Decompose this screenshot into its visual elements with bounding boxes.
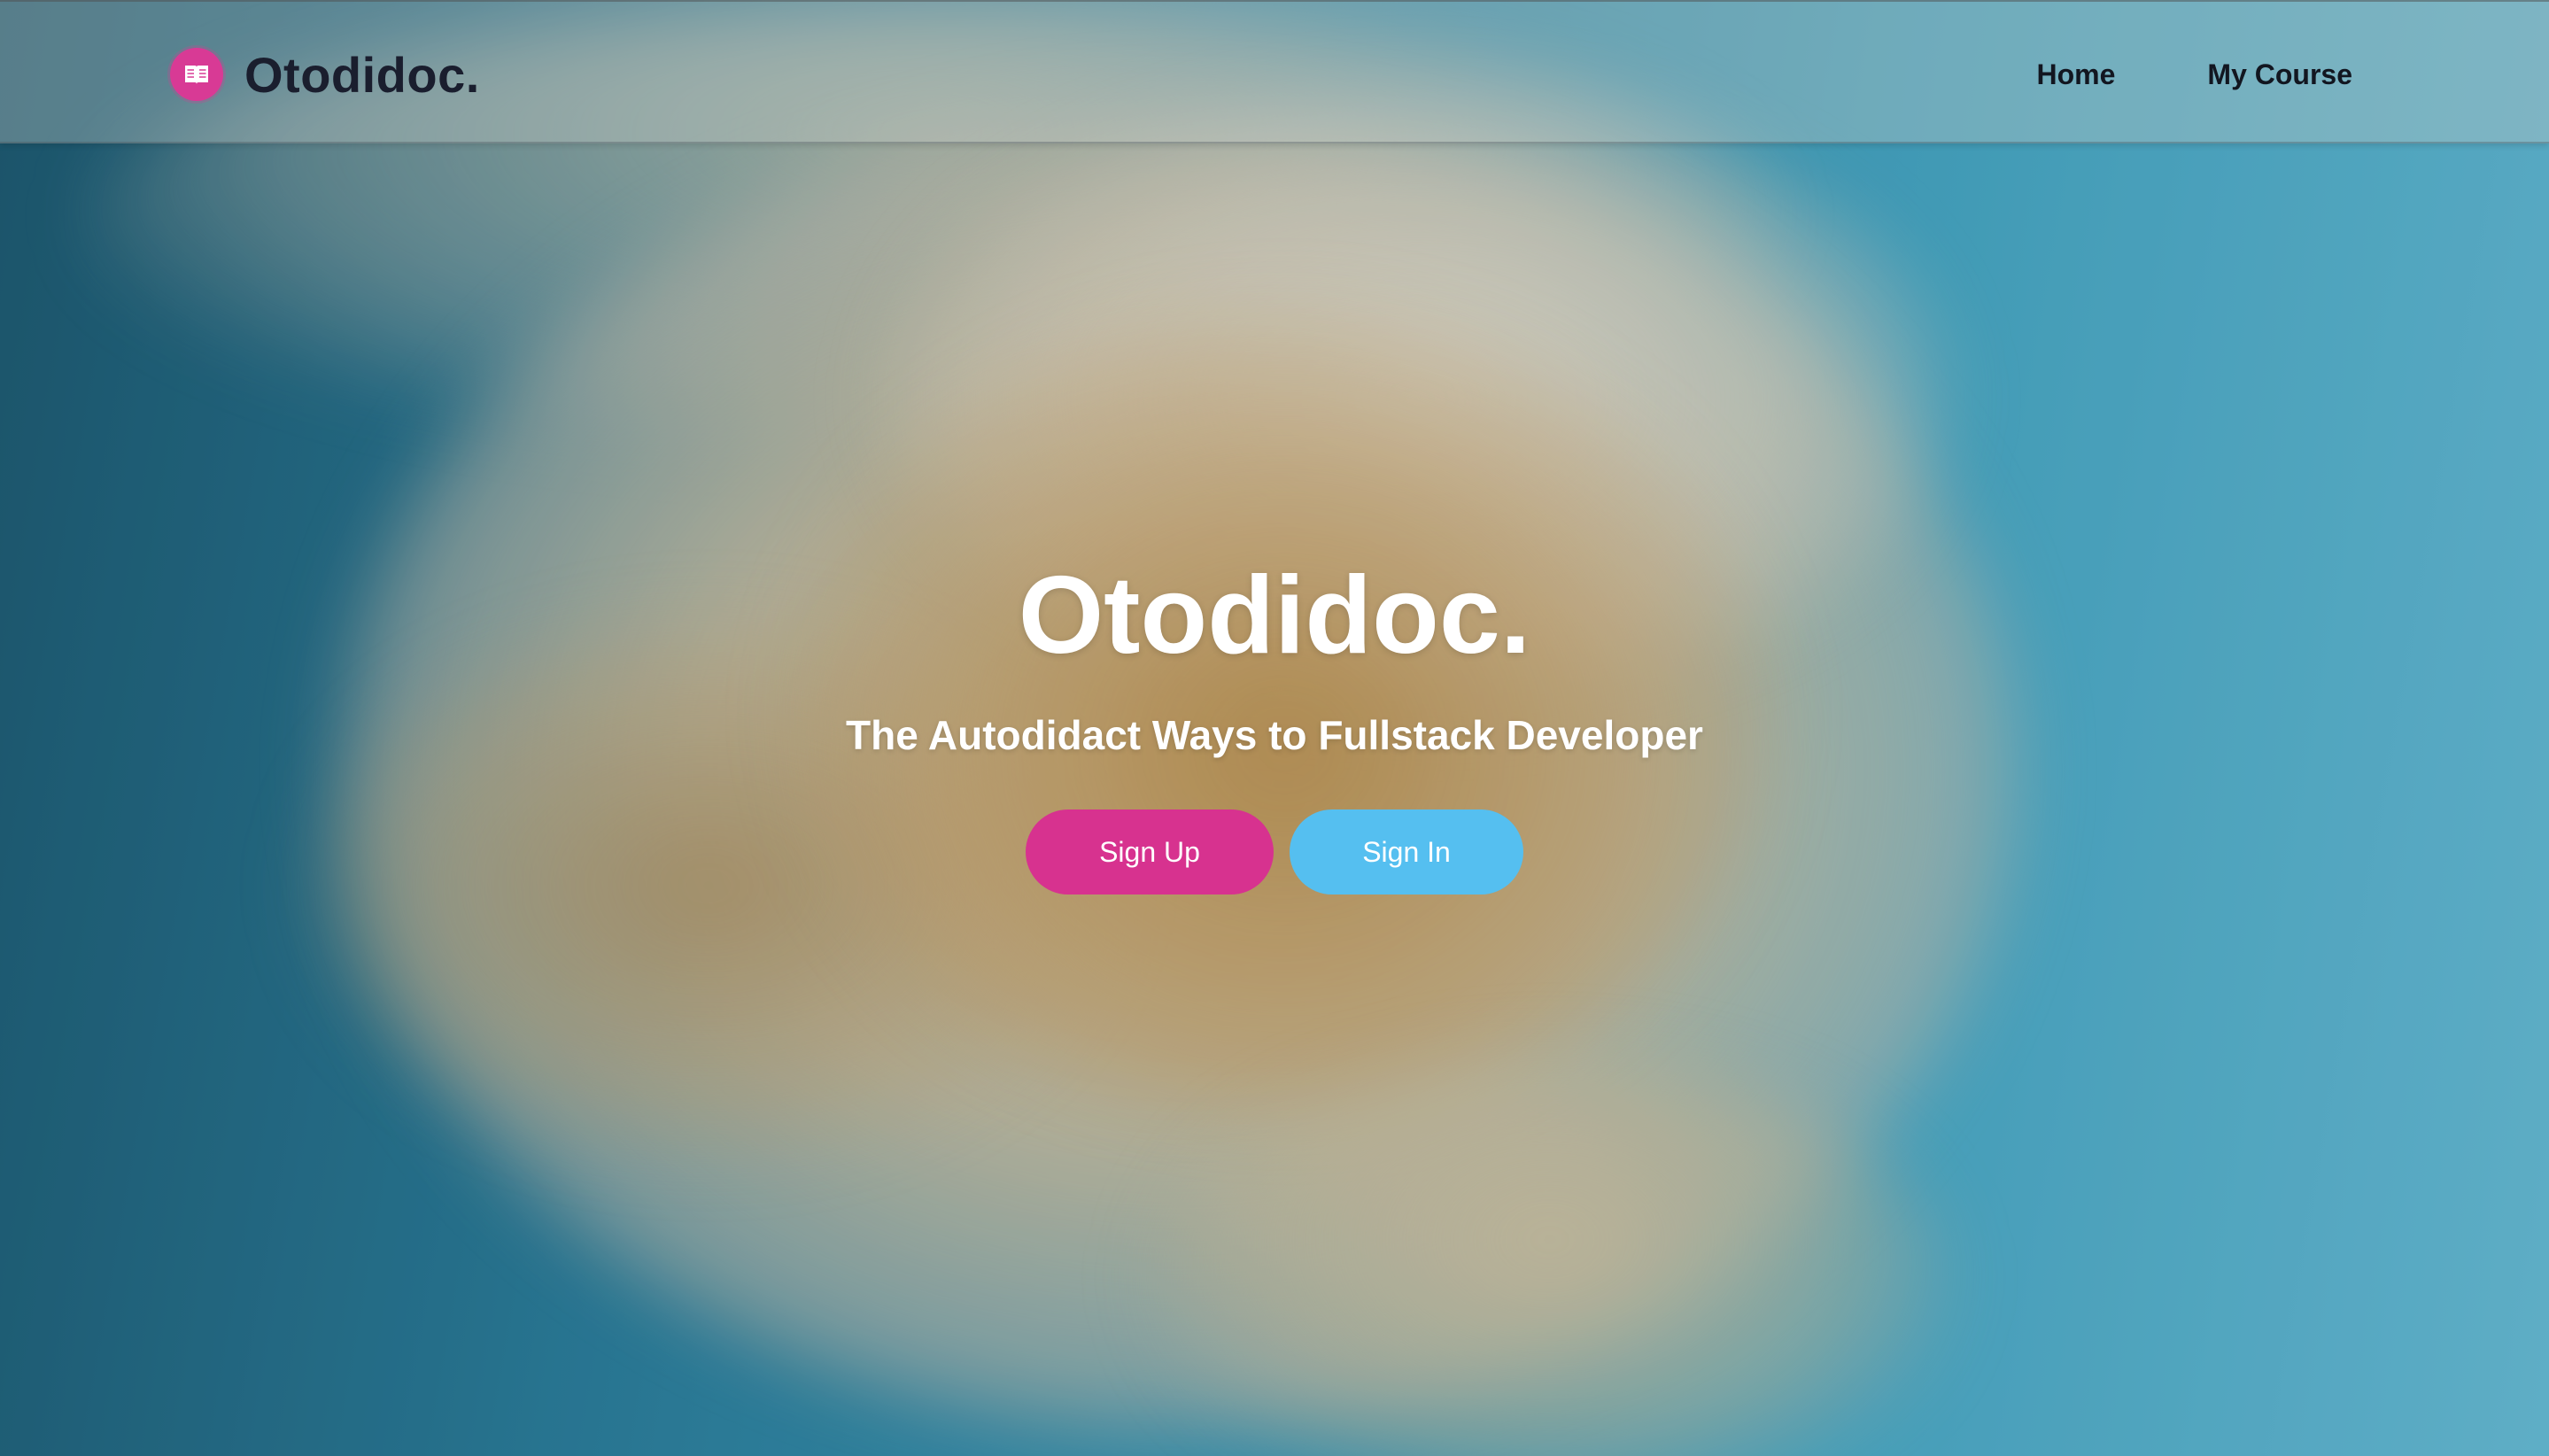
sign-up-button[interactable]: Sign Up [1026,809,1274,895]
sign-in-button[interactable]: Sign In [1290,809,1523,895]
open-book-icon [170,48,223,101]
nav-links: Home My Course [1945,51,2353,97]
hero-section: Otodidoc. The Autodidact Ways to Fullsta… [0,549,2549,895]
nav-link-home[interactable]: Home [2037,58,2116,91]
nav-link-my-course[interactable]: My Course [2207,58,2352,91]
landing-page: Otodidoc. Home My Course Otodidoc. The A… [0,0,2549,1456]
brand-name: Otodidoc. [244,46,480,103]
hero-buttons: Sign Up Sign In [0,809,2549,895]
hero-title: Otodidoc. [1018,554,1531,677]
navbar: Otodidoc. Home My Course [0,0,2549,143]
brand[interactable]: Otodidoc. [170,46,480,103]
hero-subtitle: The Autodidact Ways to Fullstack Develop… [846,712,1703,758]
